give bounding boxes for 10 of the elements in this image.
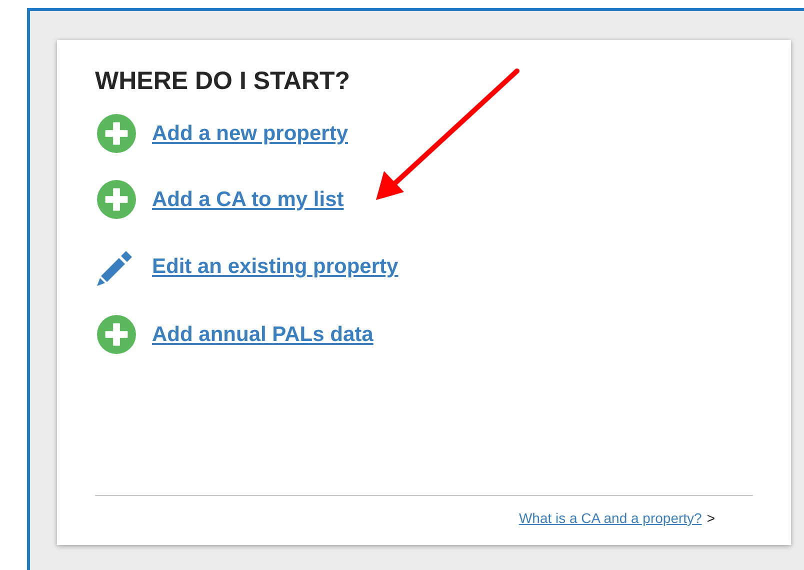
card-title: WHERE DO I START? [95, 66, 352, 96]
plus-icon [96, 315, 136, 354]
action-link[interactable]: Edit an existing property [152, 251, 398, 283]
plus-icon [96, 180, 136, 219]
action-link[interactable]: Add a CA to my list [152, 184, 344, 216]
help-link[interactable]: What is a CA and a property? [518, 508, 702, 529]
action-link[interactable]: Add annual PALs data [152, 318, 374, 350]
chevron-text: > [706, 509, 715, 528]
plus-icon [96, 114, 136, 153]
action-link[interactable]: Add a new property [152, 118, 348, 150]
